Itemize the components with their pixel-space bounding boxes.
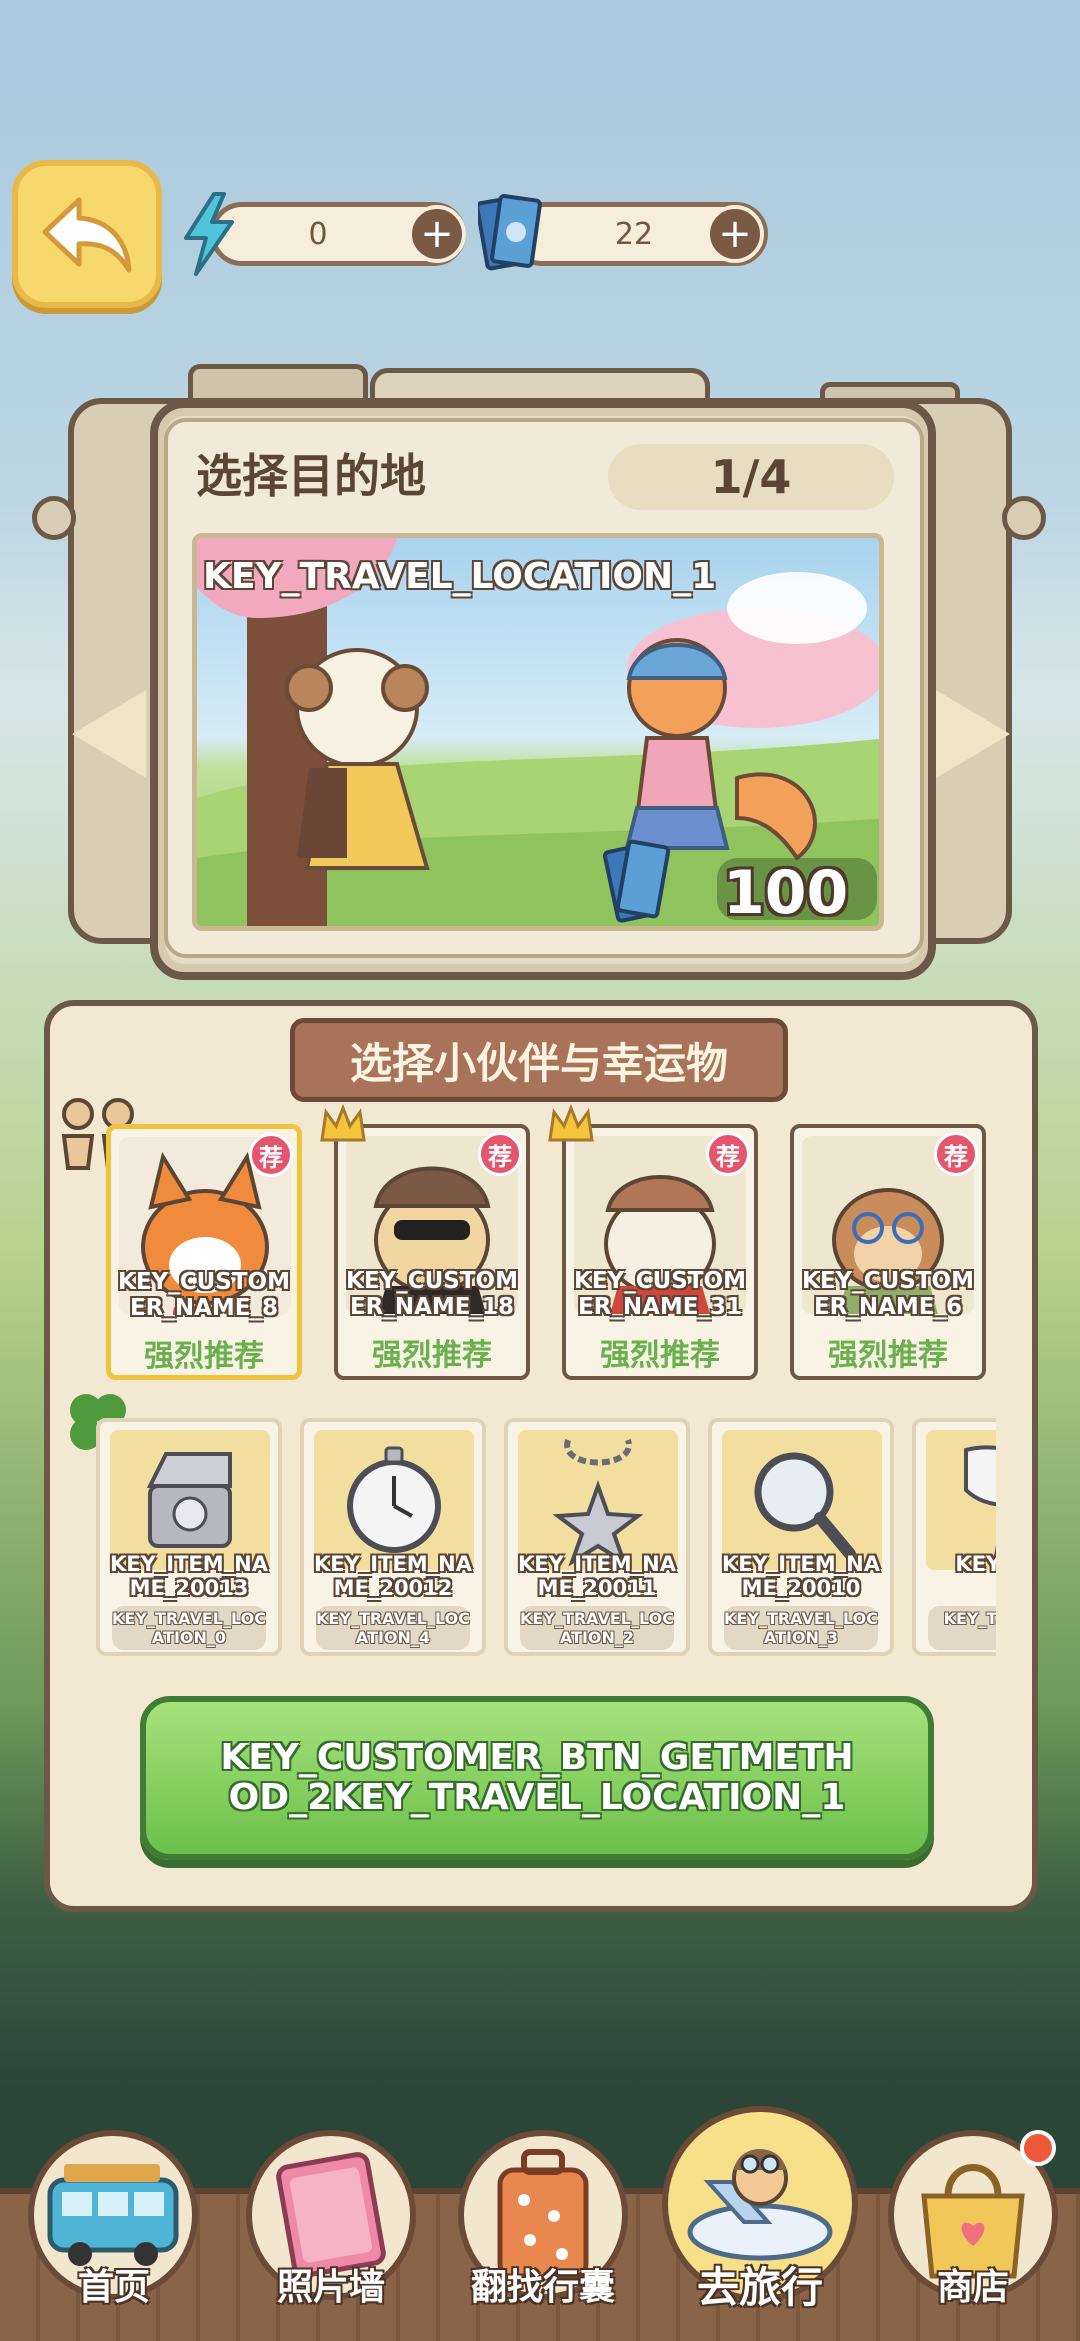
shop-notification-dot	[1020, 2130, 1056, 2166]
item-card[interactable]: KEY_IT... KEY_T...LOC...	[912, 1418, 996, 1656]
item-location: KEY_TRAVEL_LOCATION_2	[520, 1606, 674, 1650]
nav-home-label: 首页	[77, 2267, 150, 2308]
item-card[interactable]: KEY_ITEM_NAME_20011 KEY_TRAVEL_LOCATION_…	[504, 1418, 690, 1656]
recommend-label: 强烈推荐	[828, 1338, 948, 1373]
location-name: KEY_TRAVEL_LOCATION_1	[203, 556, 717, 597]
back-arrow-icon	[42, 197, 132, 273]
destination-title: 选择目的地	[196, 449, 426, 503]
destination-scene[interactable]: KEY_TRAVEL_LOCATION_1 100	[192, 533, 884, 931]
recommend-label: 强烈推荐	[600, 1338, 720, 1373]
partner-card[interactable]: KEY_CUSTOMER_NAME_18 强烈推荐 荐	[334, 1124, 530, 1380]
back-button[interactable]	[12, 160, 162, 308]
add-ticket-button[interactable]: +	[706, 205, 764, 263]
item-card[interactable]: KEY_ITEM_NAME_20013 KEY_TRAVEL_LOCATION_…	[96, 1418, 282, 1656]
energy-value: 0	[308, 216, 328, 252]
fan-icon	[926, 1430, 996, 1570]
plus-icon: +	[718, 211, 752, 257]
camera-lug-left	[32, 496, 76, 540]
nav-rummage-bag-label: 翻找行囊	[470, 2267, 615, 2308]
next-destination-arrow-icon[interactable]	[936, 690, 1010, 778]
recommend-badge: 荐	[249, 1133, 293, 1177]
selection-header-text: 选择小伙伴与幸运物	[349, 1038, 728, 1088]
pocket-watch-icon	[314, 1430, 474, 1570]
recommend-badge: 荐	[478, 1132, 522, 1176]
crown-icon	[548, 1104, 594, 1142]
jewelry-box-icon	[110, 1430, 270, 1570]
camera-lug-right	[1002, 496, 1046, 540]
crown-icon	[320, 1104, 366, 1142]
star-charm-icon	[518, 1430, 678, 1570]
selection-header: 选择小伙伴与幸运物	[290, 1018, 788, 1102]
energy-counter: 0 +	[180, 192, 466, 276]
item-location: KEY_T...LOC...	[928, 1606, 996, 1650]
nav-photo-wall-label: 照片墙	[276, 2267, 385, 2308]
item-location: KEY_TRAVEL_LOCATION_3	[724, 1606, 878, 1650]
ticket-value: 22	[614, 216, 654, 252]
item-card[interactable]: KEY_ITEM_NAME_20010 KEY_TRAVEL_LOCATION_…	[708, 1418, 894, 1656]
lightning-icon	[184, 192, 234, 276]
item-strip: KEY_ITEM_NAME_20013 KEY_TRAVEL_LOCATION_…	[96, 1412, 996, 1662]
recommend-badge: 荐	[934, 1132, 978, 1176]
item-card[interactable]: KEY_ITEM_NAME_20012 KEY_TRAVEL_LOCATION_…	[300, 1418, 486, 1656]
ticket-icon	[478, 194, 542, 271]
travel-cost: 100	[723, 858, 849, 928]
recommend-label: 强烈推荐	[144, 1339, 264, 1374]
nav-go-travel-label: 去旅行	[696, 2263, 823, 2312]
prev-destination-arrow-icon[interactable]	[72, 690, 146, 778]
recommend-badge: 荐	[706, 1132, 750, 1176]
item-name: KEY_ITEM_NAME_20012	[313, 1552, 473, 1600]
magnifier-icon	[722, 1430, 882, 1570]
item-location: KEY_TRAVEL_LOCATION_0	[112, 1606, 266, 1650]
item-name: KEY_ITEM_NAME_20013	[109, 1552, 269, 1600]
recommend-label: 强烈推荐	[372, 1338, 492, 1373]
go-travel-button[interactable]: KEY_CUSTOMER_BTN_GETMETHOD_2KEY_TRAVEL_L…	[140, 1696, 934, 1860]
plus-icon: +	[420, 211, 454, 257]
destination-page-indicator: 1/4	[608, 444, 894, 510]
partner-name: KEY_CUSTOMER_NAME_18	[346, 1268, 518, 1320]
partner-card[interactable]: KEY_CUSTOMER_NAME_6 强烈推荐 荐	[790, 1124, 986, 1380]
item-name: KEY_ITEM_NAME_20010	[721, 1552, 881, 1600]
partner-name: KEY_CUSTOMER_NAME_31	[574, 1268, 746, 1320]
go-travel-button-label: KEY_CUSTOMER_BTN_GETMETHOD_2KEY_TRAVEL_L…	[220, 1737, 854, 1818]
page-text: 1/4	[710, 450, 792, 504]
partner-card[interactable]: KEY_CUSTOMER_NAME_31 强烈推荐 荐	[562, 1124, 758, 1380]
partner-name: KEY_CUSTOMER_NAME_6	[802, 1268, 974, 1320]
item-location: KEY_TRAVEL_LOCATION_4	[316, 1606, 470, 1650]
item-name: KEY_IT...	[955, 1552, 996, 1576]
partner-name: KEY_CUSTOMER_NAME_8	[118, 1269, 290, 1321]
partner-card[interactable]: KEY_CUSTOMER_NAME_8 强烈推荐 荐	[106, 1124, 302, 1380]
add-energy-button[interactable]: +	[408, 205, 466, 263]
item-name: KEY_ITEM_NAME_20011	[517, 1552, 677, 1600]
nav-shop-label: 商店	[936, 2267, 1009, 2308]
ticket-counter: 22 +	[478, 194, 768, 271]
